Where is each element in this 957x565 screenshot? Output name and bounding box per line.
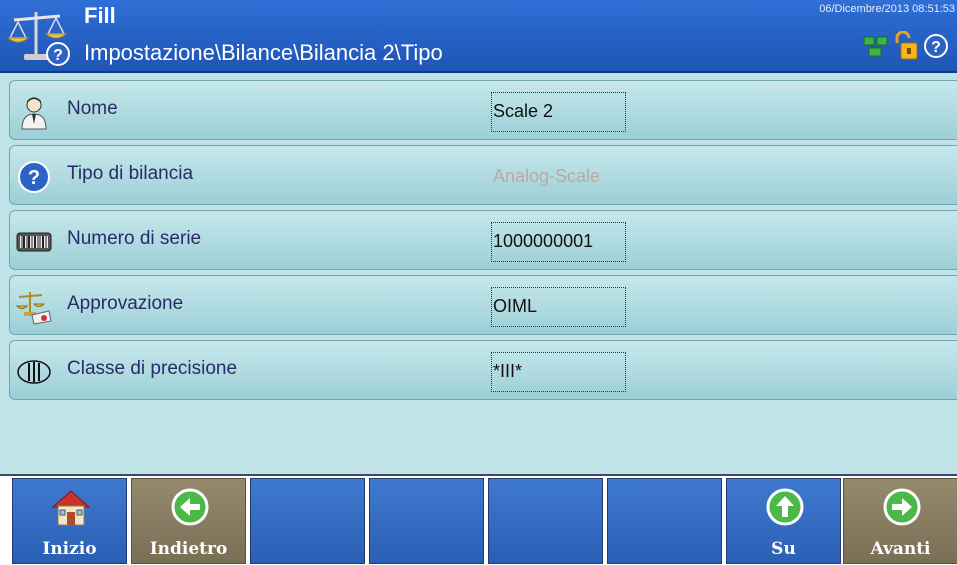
datetime: 06/Dicembre/2013 08:51:53 <box>819 3 955 15</box>
precision-class-field[interactable]: *III* <box>491 352 626 392</box>
arrow-up-icon <box>766 488 804 526</box>
back-label: Indietro <box>149 539 228 559</box>
scale-help-icon[interactable]: ? <box>6 4 72 68</box>
padlock-unlocked-icon[interactable] <box>893 31 919 61</box>
svg-text:?: ? <box>28 167 40 189</box>
help-icon[interactable]: ? <box>923 33 949 59</box>
row-label: Nome <box>67 98 118 119</box>
svg-text:?: ? <box>53 47 63 64</box>
next-label: Avanti <box>870 539 931 559</box>
arrow-right-icon <box>883 488 921 526</box>
list-item-tipo-di-bilancia[interactable]: ? Tipo di bilancia Analog-Scale <box>9 145 957 205</box>
scale-type-field: Analog-Scale <box>493 166 601 186</box>
home-button[interactable]: Inizio <box>12 478 127 564</box>
user-icon <box>21 97 47 130</box>
back-button[interactable]: Indietro <box>131 478 246 564</box>
name-field[interactable]: Scale 2 <box>491 92 626 132</box>
title-bar: ? Fill Impostazione\Bilance\Bilancia 2\T… <box>0 0 957 73</box>
softkey-empty-3[interactable] <box>250 478 365 564</box>
settings-list: Nome Scale 2 ? Tipo di bilancia Analog-S… <box>0 73 957 476</box>
row-label: Approvazione <box>67 293 184 314</box>
list-item-approvazione[interactable]: Approvazione OIML <box>9 275 957 335</box>
home-label: Inizio <box>42 539 97 559</box>
svg-text:?: ? <box>931 39 941 56</box>
status-icons: ? <box>863 30 949 62</box>
up-button[interactable]: Su <box>726 478 841 564</box>
list-item-classe-di-precisione[interactable]: Classe di precisione *III* <box>9 340 957 400</box>
help-icon: ? <box>18 161 50 193</box>
softkey-bar: Inizio Indietro Su Avanti <box>0 476 957 565</box>
row-label: Numero di serie <box>67 228 202 249</box>
softkey-empty-5[interactable] <box>488 478 603 564</box>
next-button[interactable]: Avanti <box>843 478 957 564</box>
breadcrumb: Impostazione\Bilance\Bilancia 2\Tipo <box>84 40 443 65</box>
approval-scale-icon <box>16 292 52 325</box>
approval-field[interactable]: OIML <box>491 287 626 327</box>
app-title: Fill <box>84 3 116 28</box>
list-item-numero-di-serie[interactable]: Numero di serie 1000000001 <box>9 210 957 270</box>
arrow-left-icon <box>171 488 209 526</box>
precision-class-icon <box>17 360 51 384</box>
barcode-icon <box>16 232 52 252</box>
serial-number-field[interactable]: 1000000001 <box>491 222 626 262</box>
row-label: Classe di precisione <box>67 358 238 379</box>
up-label: Su <box>771 539 796 559</box>
softkey-empty-4[interactable] <box>369 478 484 564</box>
list-item-nome[interactable]: Nome Scale 2 <box>9 80 957 140</box>
row-label: Tipo di bilancia <box>67 163 194 184</box>
softkey-empty-6[interactable] <box>607 478 722 564</box>
network-icon <box>863 36 888 57</box>
home-icon <box>51 490 91 526</box>
